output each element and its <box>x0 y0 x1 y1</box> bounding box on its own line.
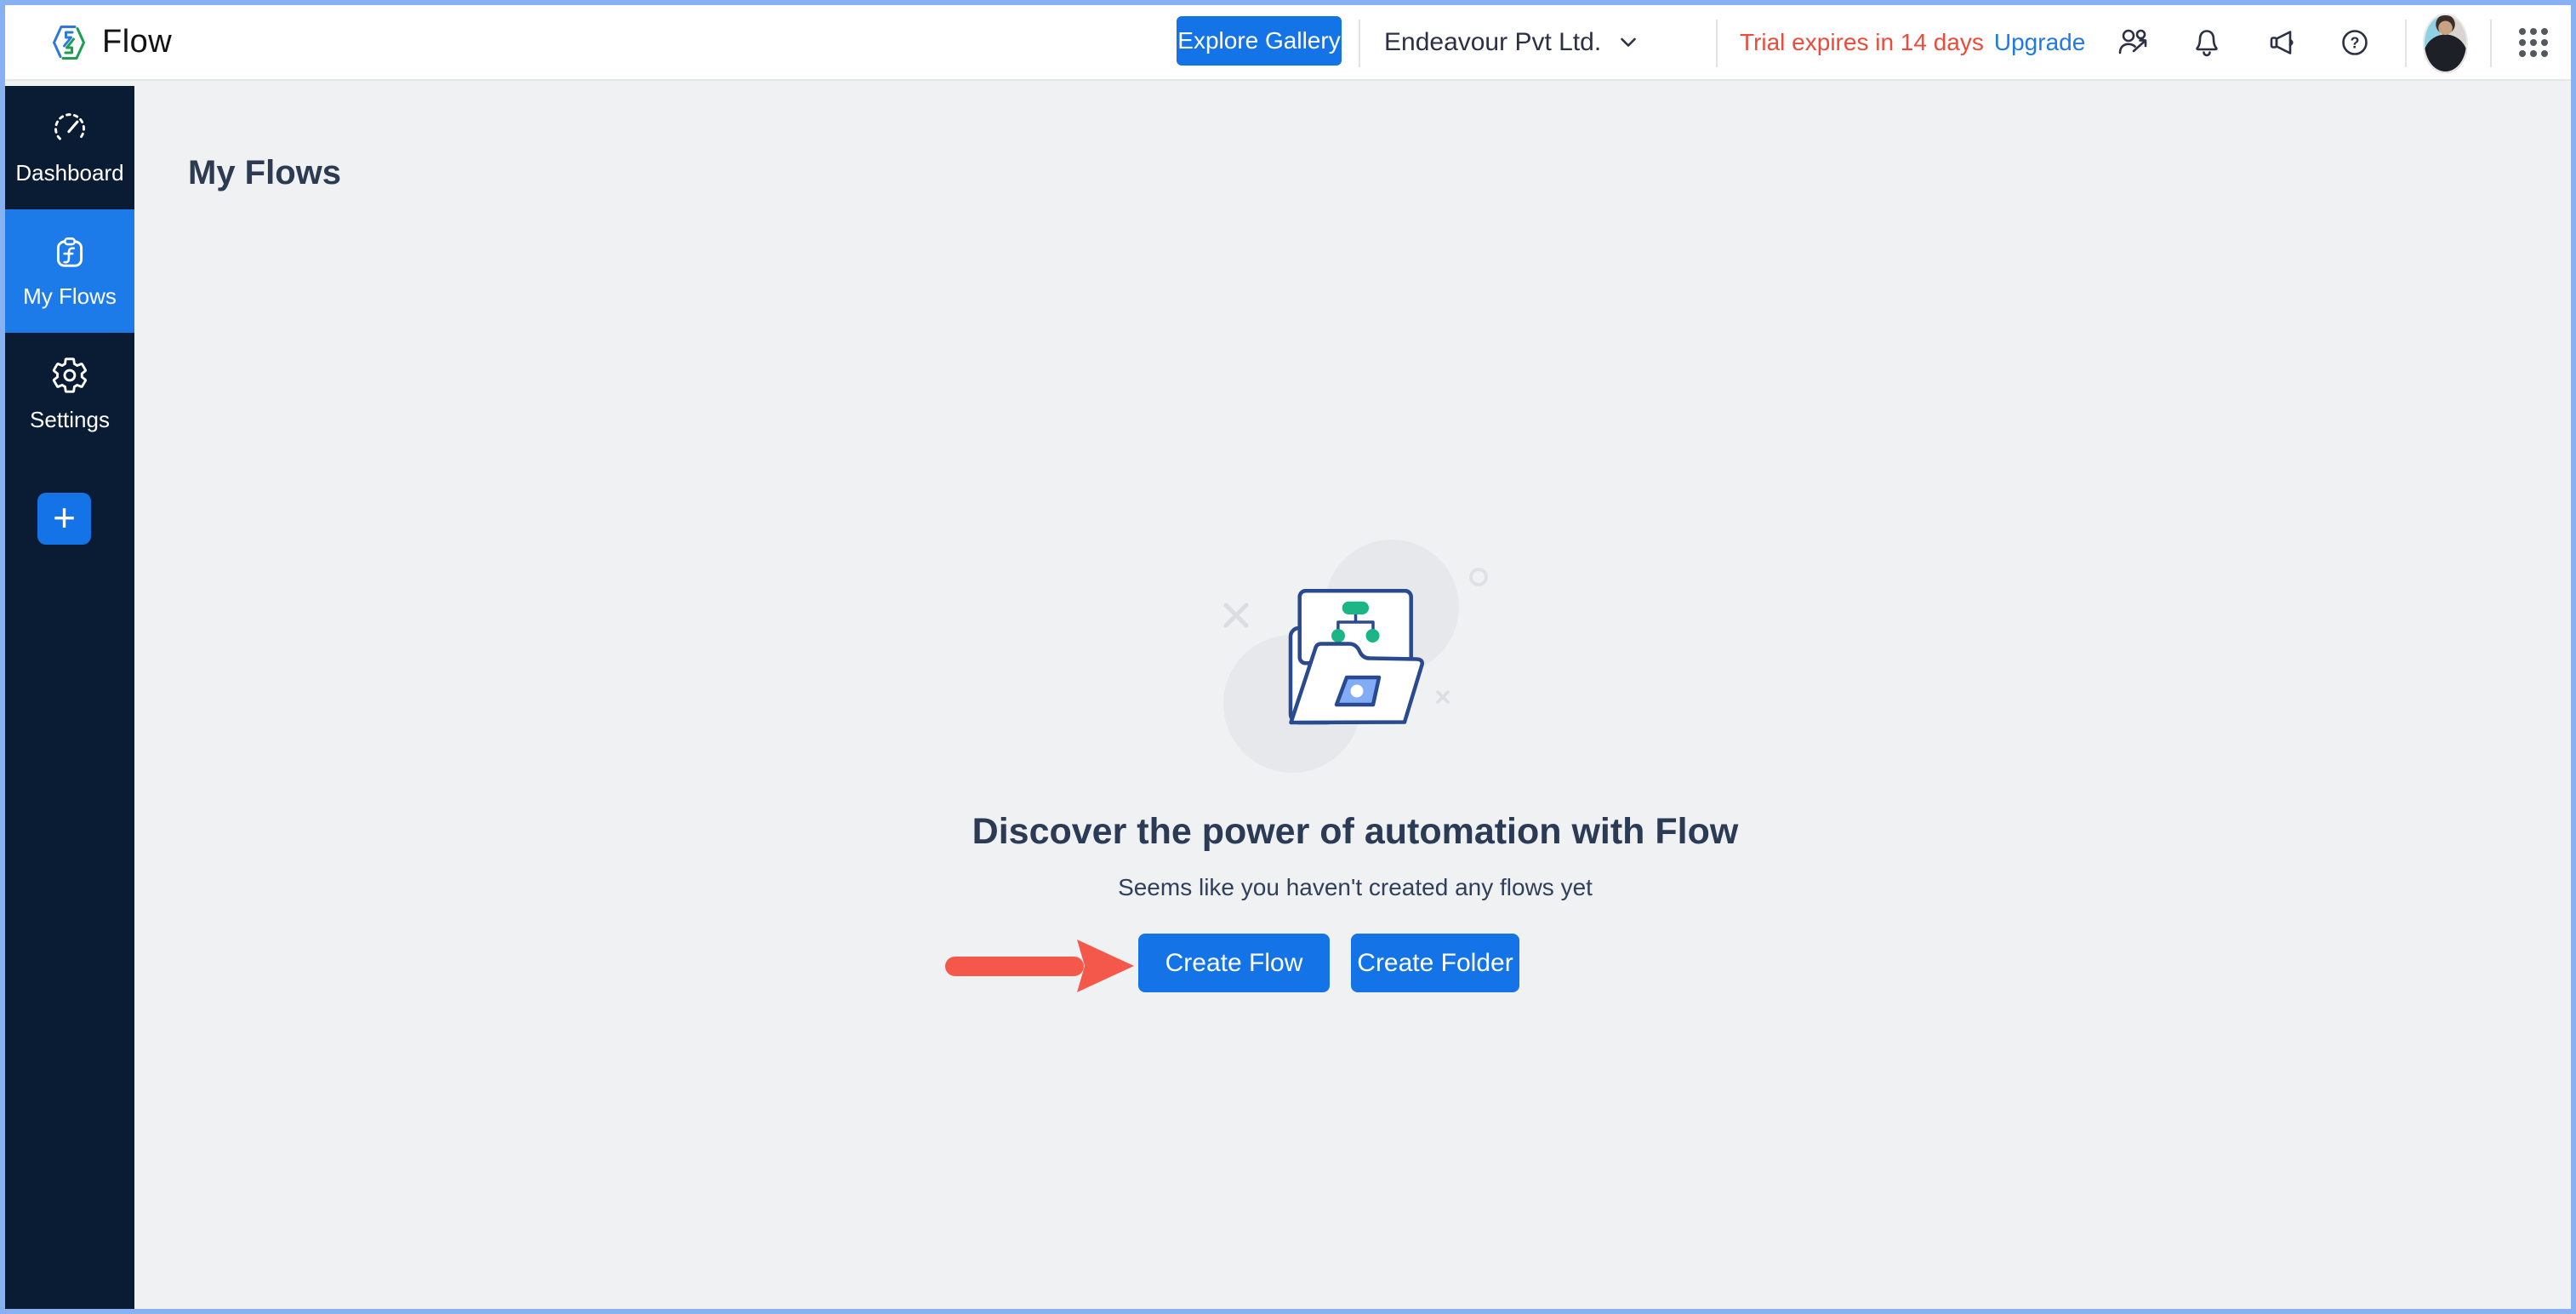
app-logo: Flow <box>49 5 172 79</box>
sidebar-item-label: My Flows <box>23 283 117 310</box>
top-header: Flow Explore Gallery Endeavour Pvt Ltd. … <box>5 5 2571 81</box>
empty-state-subtitle: Seems like you haven't created any flows… <box>140 874 2571 901</box>
sidebar-item-label: Settings <box>30 407 110 433</box>
flows-clipboard-icon <box>50 232 89 271</box>
settings-gear-icon <box>50 356 89 395</box>
header-divider <box>1716 20 1718 67</box>
sidebar-item-label: Dashboard <box>15 160 123 186</box>
page-title: My Flows <box>188 154 341 192</box>
trial-expiry-text: Trial expires in 14 days <box>1740 29 1984 56</box>
user-avatar[interactable] <box>2423 14 2468 73</box>
empty-folder-illustration <box>1179 528 1570 784</box>
question-glyph: ? <box>2351 34 2360 51</box>
announcements-megaphone-icon[interactable] <box>2263 5 2300 79</box>
header-divider <box>2490 20 2492 67</box>
app-window: { "header": { "logo_text": "Flow", "expl… <box>0 0 2576 1314</box>
org-name: Endeavour Pvt Ltd. <box>1384 28 1601 57</box>
sidebar-item-settings[interactable]: Settings <box>5 333 134 456</box>
dashboard-gauge-icon <box>50 109 89 148</box>
explore-gallery-button[interactable]: Explore Gallery <box>1177 16 1342 66</box>
app-title: Flow <box>102 24 172 60</box>
chevron-down-icon <box>1620 37 1637 48</box>
apps-grid-icon[interactable] <box>2512 5 2555 79</box>
create-flow-button[interactable]: Create Flow <box>1138 934 1330 992</box>
notifications-bell-icon[interactable] <box>2190 5 2224 79</box>
header-divider <box>1359 20 1360 67</box>
sidebar-item-my-flows[interactable]: My Flows <box>5 209 134 333</box>
org-selector[interactable]: Endeavour Pvt Ltd. <box>1384 5 1637 79</box>
trial-banner: Trial expires in 14 days Upgrade <box>1740 5 2085 79</box>
invite-users-icon[interactable] <box>2116 5 2153 79</box>
annotation-arrow <box>937 933 1141 997</box>
flow-logo-icon <box>49 23 88 62</box>
empty-state-heading: Discover the power of automation with Fl… <box>140 811 2571 853</box>
help-icon[interactable]: ? <box>2338 5 2372 79</box>
main-content: My Flows Discover the power of automatio… <box>140 86 2571 1309</box>
create-folder-button[interactable]: Create Folder <box>1351 934 1519 992</box>
upgrade-link[interactable]: Upgrade <box>1994 29 2085 56</box>
sidebar-item-dashboard[interactable]: Dashboard <box>5 86 134 209</box>
header-divider <box>2405 20 2407 67</box>
left-sidebar: Dashboard My Flows Settings + <box>5 86 134 1309</box>
create-new-button[interactable]: + <box>37 493 91 545</box>
